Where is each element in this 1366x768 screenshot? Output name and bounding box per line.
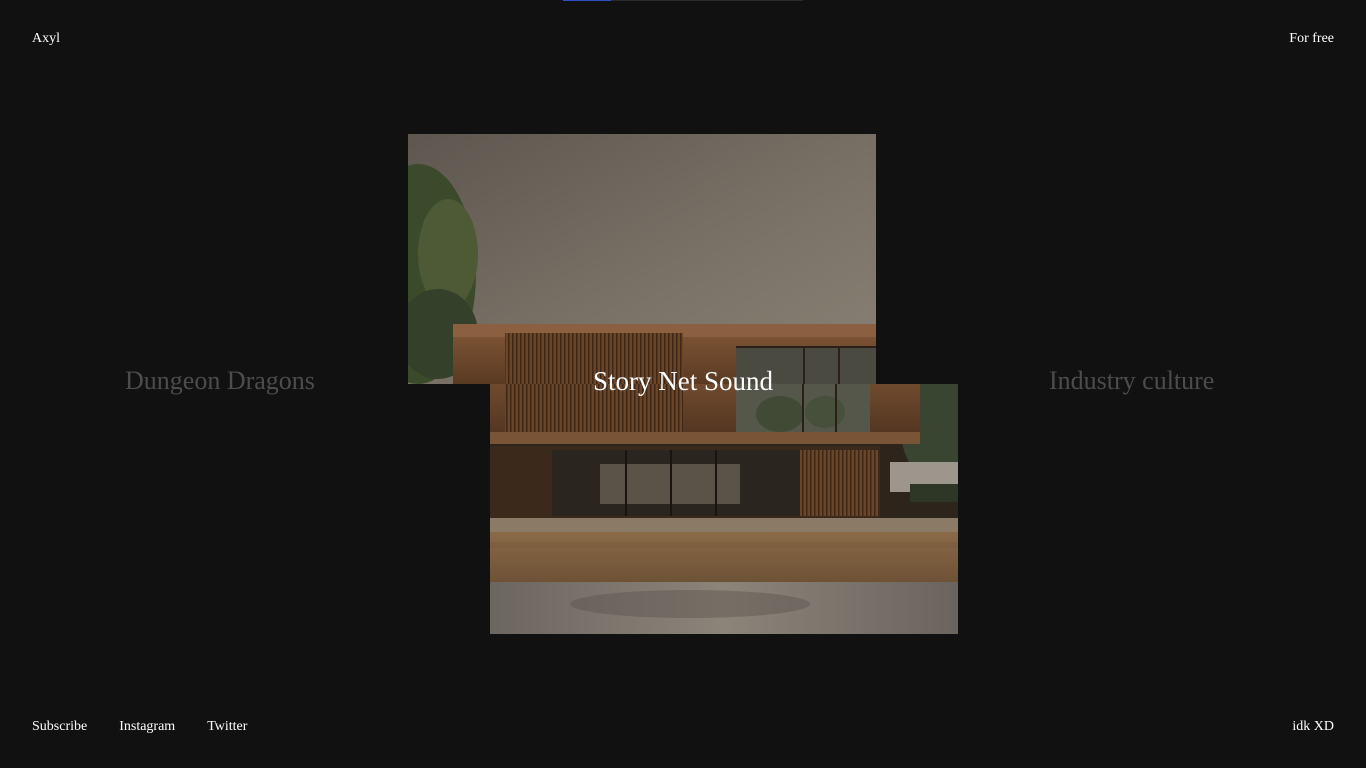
footer-social-links: Subscribe Instagram Twitter	[32, 719, 247, 735]
instagram-link[interactable]: Instagram	[119, 719, 175, 735]
slide-image-top[interactable]	[408, 134, 876, 384]
for-free-link[interactable]: For free	[1289, 31, 1334, 47]
loading-progress-track	[563, 0, 803, 1]
slide-title-center[interactable]: Story Net Sound	[0, 366, 1366, 397]
page: Axyl For free Dungeon Dragons Industry c…	[0, 0, 1366, 768]
house-photo-bottom	[490, 384, 958, 634]
subscribe-link[interactable]: Subscribe	[32, 719, 87, 735]
brand-logo[interactable]: Axyl	[32, 31, 60, 47]
house-photo-top	[408, 134, 876, 384]
twitter-link[interactable]: Twitter	[207, 719, 247, 735]
slide-image-bottom[interactable]	[490, 384, 958, 634]
loading-progress-fill	[563, 0, 611, 1]
footer-right-text[interactable]: idk XD	[1292, 719, 1334, 735]
